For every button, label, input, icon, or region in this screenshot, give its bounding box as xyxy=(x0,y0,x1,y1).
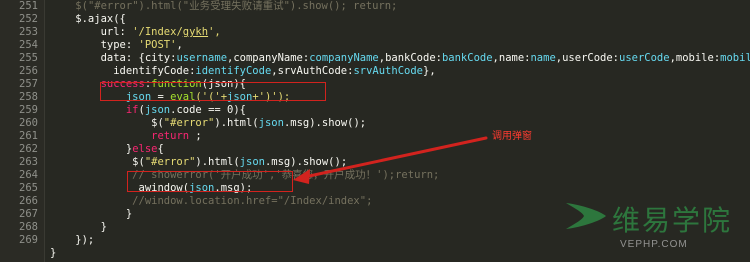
arrow-shaft xyxy=(298,136,488,180)
vephp-watermark: 维易学院 VEPHP.COM xyxy=(564,199,732,250)
annotation-label: 调用弹窗 xyxy=(492,131,532,142)
vephp-logo-icon xyxy=(565,203,606,229)
watermark-en: VEPHP.COM xyxy=(619,239,688,250)
code-editor[interactable]: 251 252 253 254 255 256 257 258 259 260 261 262 263 2… xyxy=(0,0,750,262)
watermark-cn: 维易学院 xyxy=(611,204,732,237)
arrow-head xyxy=(293,169,310,184)
